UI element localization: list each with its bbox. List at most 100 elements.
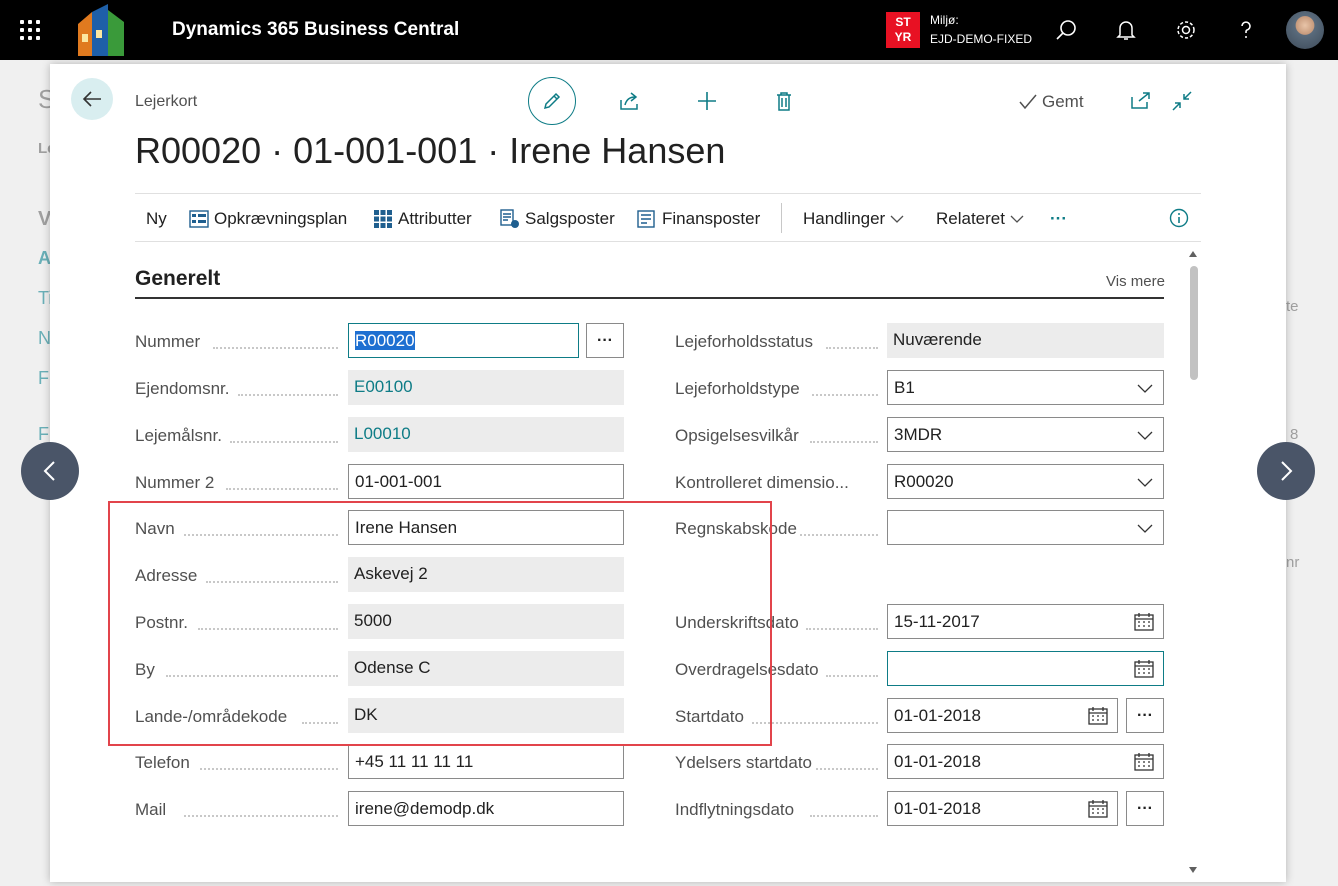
new-record-button[interactable] (695, 89, 719, 113)
startdato-value: 01-01-2018 (894, 706, 981, 725)
nummer2-field[interactable]: 01-001-001 (348, 464, 624, 499)
arrow-left-icon (82, 91, 101, 107)
show-more-link[interactable]: Vis mere (1106, 273, 1165, 290)
calendar-icon[interactable] (1134, 613, 1154, 631)
action-opkraevningsplan[interactable]: Opkrævningsplan (189, 209, 347, 229)
label-dots (226, 473, 338, 490)
ejendomsnr-field[interactable]: E00100 (348, 370, 624, 405)
label-dots (184, 800, 338, 817)
chevron-down-icon (1137, 524, 1153, 533)
underskriftsdato-field[interactable]: 15-11-2017 (887, 604, 1164, 639)
calendar-icon[interactable] (1088, 707, 1108, 725)
label-dots (826, 332, 878, 349)
action-finansposter[interactable]: Finansposter (637, 209, 760, 229)
kontrolleret-dimension-dropdown[interactable]: R00020 (887, 464, 1164, 499)
info-icon[interactable] (1169, 208, 1189, 228)
share-button[interactable] (617, 89, 641, 113)
chevron-down-icon (1010, 215, 1024, 223)
user-avatar[interactable] (1286, 11, 1324, 49)
section-divider (135, 297, 1164, 299)
breadcrumb: Lejerkort (135, 93, 198, 110)
calendar-icon[interactable] (1134, 753, 1154, 771)
notification-bell-icon[interactable] (1114, 18, 1138, 42)
open-in-new-window-icon (1131, 92, 1150, 109)
action-more[interactable]: ··· (1050, 209, 1067, 229)
regnskabskode-dropdown[interactable] (887, 510, 1164, 545)
label-dots (806, 613, 878, 630)
sales-entries-icon (500, 209, 519, 228)
telefon-field[interactable]: +45 11 11 11 11 (348, 744, 624, 779)
action-label: Finansposter (662, 209, 761, 228)
chevron-left-icon (43, 461, 55, 481)
action-label: Handlinger (803, 209, 886, 228)
share-icon (620, 92, 638, 110)
top-bar: Dynamics 365 Business Central ST YR Milj… (0, 0, 1338, 60)
help-icon[interactable] (1234, 18, 1258, 42)
environment-badge-line2: YR (894, 30, 912, 44)
startdato-field[interactable]: 01-01-2018 (887, 698, 1118, 733)
action-relateret[interactable]: Relateret (936, 209, 1024, 229)
ellipsis-icon: ··· (1137, 706, 1153, 724)
overdragelsesdato-field[interactable] (887, 651, 1164, 686)
label-dots (810, 800, 878, 817)
chevron-down-icon (1137, 478, 1153, 487)
scrollbar-thumb[interactable] (1190, 266, 1198, 380)
ledger-entries-icon (637, 210, 655, 228)
saved-label: Gemt (1042, 92, 1084, 111)
label-dots (230, 426, 338, 443)
delete-button[interactable] (772, 89, 796, 113)
previous-record-button[interactable] (21, 442, 79, 500)
field-label-telefon: Telefon (135, 753, 190, 772)
calendar-icon[interactable] (1088, 800, 1108, 818)
nummer-field[interactable]: R00020 (348, 323, 579, 358)
field-label-ejendomsnr: Ejendomsnr. (135, 379, 230, 398)
action-label: Ny (146, 209, 167, 228)
environment-badge: ST YR (886, 12, 920, 48)
label-dots (812, 379, 878, 396)
edit-button[interactable] (528, 77, 576, 125)
mail-field[interactable]: irene@demodp.dk (348, 791, 624, 826)
field-label-lejeforholdsstatus: Lejeforholdsstatus (675, 332, 813, 351)
environment-label: Miljø: (930, 13, 959, 27)
ydelsers-startdato-field[interactable]: 01-01-2018 (887, 744, 1164, 779)
lejeforholdstype-dropdown[interactable]: B1 (887, 370, 1164, 405)
next-record-button[interactable] (1257, 442, 1315, 500)
search-icon[interactable] (1054, 18, 1078, 42)
section-title-generelt[interactable]: Generelt (135, 267, 220, 291)
lejeforholdsstatus-field[interactable]: Nuværende (887, 323, 1164, 358)
back-button[interactable] (71, 78, 113, 120)
action-handlinger[interactable]: Handlinger (803, 209, 904, 229)
action-salgsposter[interactable]: Salgsposter (500, 209, 615, 229)
trash-icon (777, 92, 791, 111)
opsigelsesvilkaar-dropdown[interactable]: 3MDR (887, 417, 1164, 452)
calendar-icon[interactable] (1134, 660, 1154, 678)
app-launcher-icon[interactable] (20, 20, 40, 40)
scroll-down-arrow-icon[interactable] (1188, 866, 1198, 874)
checkmark-icon (1019, 94, 1037, 110)
page-title: R00020 · 01-001-001 · Irene Hansen (135, 130, 726, 171)
action-label: Attributter (398, 209, 472, 228)
open-new-window-button[interactable] (1128, 89, 1152, 113)
ellipsis-icon: ··· (1137, 799, 1153, 817)
startdato-more-button[interactable]: ··· (1126, 698, 1164, 733)
nummer-lookup-button[interactable]: ··· (586, 323, 624, 358)
indflytningsdato-field[interactable]: 01-01-2018 (887, 791, 1118, 826)
label-dots (200, 753, 338, 770)
indflytningsdato-more-button[interactable]: ··· (1126, 791, 1164, 826)
lejemaalsnr-field[interactable]: L00010 (348, 417, 624, 452)
action-ny[interactable]: Ny (146, 209, 167, 229)
chevron-right-icon (1281, 461, 1293, 481)
action-attributter[interactable]: Attributter (373, 209, 472, 229)
field-label-nummer2: Nummer 2 (135, 473, 215, 492)
label-dots (213, 332, 338, 349)
bg-text: nr (1286, 554, 1300, 571)
scroll-up-arrow-icon[interactable] (1188, 250, 1198, 258)
settings-gear-icon[interactable] (1174, 18, 1198, 42)
more-actions-icon: ··· (1050, 209, 1067, 228)
action-label: Opkrævningsplan (214, 209, 348, 228)
field-label-nummer: Nummer (135, 332, 201, 351)
collapse-button[interactable] (1170, 89, 1194, 113)
field-label-mail: Mail (135, 800, 167, 819)
app-title[interactable]: Dynamics 365 Business Central (172, 19, 459, 41)
environment-name: EJD-DEMO-FIXED (930, 32, 1032, 46)
